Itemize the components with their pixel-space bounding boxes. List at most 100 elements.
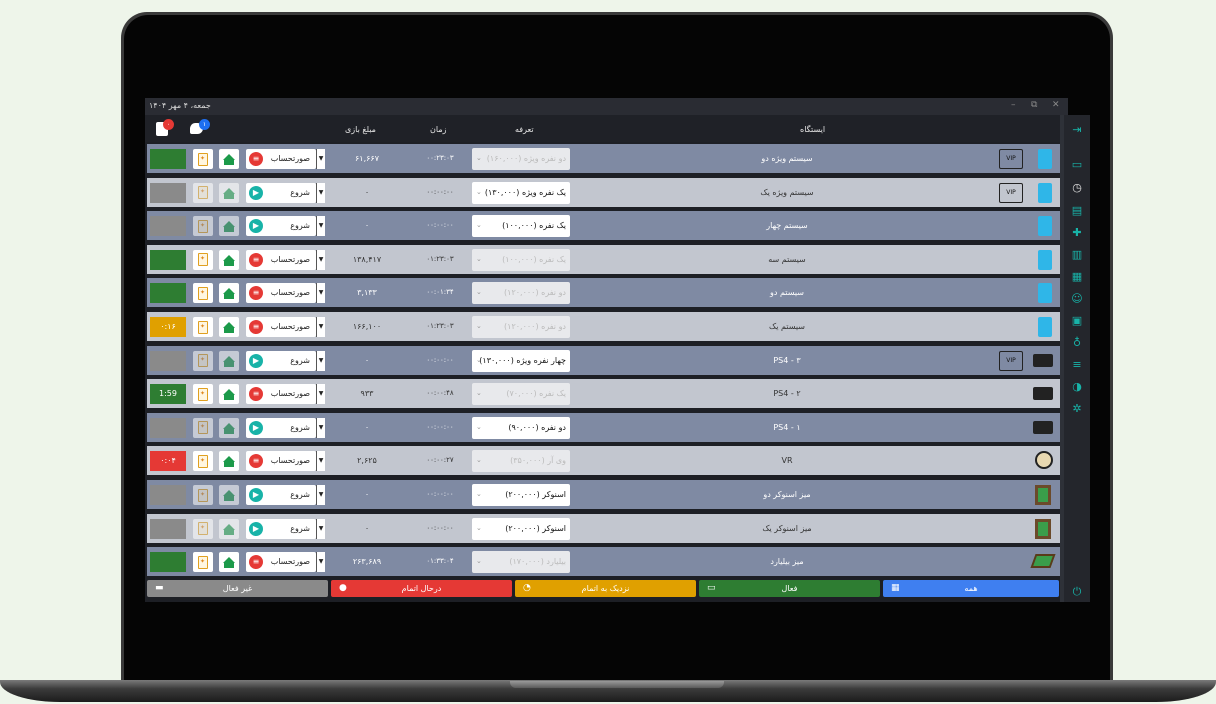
- action-dropdown[interactable]: ▼: [316, 417, 325, 438]
- status-indicator: [150, 485, 186, 505]
- tariff-select[interactable]: ⌄ چهار نفره ویژه (۱۳۰,۰۰۰): [472, 349, 570, 372]
- notes-button[interactable]: [193, 350, 213, 371]
- tariff-select[interactable]: ⌄ دو نفره ویژه (۱۶۰,۰۰۰): [472, 148, 570, 170]
- action-dropdown[interactable]: ▼: [316, 149, 325, 169]
- tariff-select[interactable]: ⌄ دو نفره (۱۲۰,۰۰۰): [472, 316, 570, 338]
- action-dropdown[interactable]: ▼: [316, 451, 325, 472]
- home-button[interactable]: [219, 552, 239, 573]
- station-row: ▶شروع▼ ۰ ۰۰:۰۰:۰۰ ⌄یک نفره ویژه (۱۳۰,۰۰۰) سی…: [147, 177, 1060, 207]
- tariff-select[interactable]: ⌄ یک نفره (۱۰۰,۰۰۰): [472, 248, 570, 271]
- wallet-icon[interactable]: ▣: [1070, 314, 1084, 328]
- notes-button[interactable]: [193, 182, 213, 203]
- time-value: ۰۱:۲۳:۰۳: [426, 254, 454, 263]
- invoice-button[interactable]: ≡ صورتحساب: [246, 249, 316, 270]
- tariff-select[interactable]: ⌄ بیلیارد (۱۷۰,۰۰۰): [472, 551, 570, 574]
- close-button[interactable]: ✕: [1052, 100, 1060, 110]
- filter-active[interactable]: ▭ فعال: [699, 580, 880, 597]
- home-button[interactable]: [219, 417, 239, 438]
- invoice-icon: ≡: [249, 252, 263, 267]
- home-button[interactable]: [219, 283, 239, 304]
- archive-icon[interactable]: ▥: [1070, 248, 1084, 262]
- document-icon[interactable]: ▤: [1070, 204, 1084, 218]
- filter-inactive[interactable]: ▬ غیر فعال: [147, 580, 328, 597]
- action-dropdown[interactable]: ▼: [316, 317, 325, 337]
- amount-value: ۹۳۳: [360, 389, 374, 399]
- monitor-icon[interactable]: ▭: [1070, 158, 1084, 172]
- chevron-down-icon: ▼: [318, 323, 324, 330]
- notes-button[interactable]: [193, 485, 213, 505]
- notes-button[interactable]: [193, 417, 213, 438]
- chart-icon[interactable]: ◑: [1070, 380, 1084, 394]
- station-name: سیستم ویژه دو: [761, 154, 813, 163]
- action-dropdown[interactable]: ▼: [316, 552, 325, 573]
- invoice-button[interactable]: ≡ صورتحساب: [246, 283, 316, 304]
- action-dropdown[interactable]: ▼: [316, 350, 325, 371]
- action-dropdown[interactable]: ▼: [316, 283, 325, 304]
- start-button[interactable]: ▶ شروع: [246, 518, 316, 539]
- money-bag-icon[interactable]: ♁: [1070, 336, 1084, 350]
- home-button[interactable]: [219, 149, 239, 169]
- filter-near-end[interactable]: ◔ نزدیک به اتمام: [515, 580, 696, 597]
- amount-value: ۶۱,۶۶۷: [354, 154, 380, 163]
- action-dropdown[interactable]: ▼: [316, 216, 325, 237]
- action-dropdown[interactable]: ▼: [316, 182, 325, 203]
- notes-button[interactable]: [193, 249, 213, 270]
- tariff-select[interactable]: ⌄ وی آر (۳۵۰,۰۰۰): [472, 450, 570, 473]
- action-dropdown[interactable]: ▼: [316, 384, 325, 405]
- home-button[interactable]: [219, 216, 239, 237]
- notes-button[interactable]: [193, 451, 213, 472]
- notes-button[interactable]: [193, 518, 213, 539]
- home-button[interactable]: [219, 350, 239, 371]
- station-name: VR: [781, 456, 793, 466]
- tariff-select[interactable]: ⌄ دو نفره (۹۰,۰۰۰): [472, 416, 570, 439]
- home-button[interactable]: [219, 451, 239, 472]
- gamepad-icon[interactable]: ✚: [1070, 226, 1084, 240]
- invoice-button[interactable]: ≡ صورتحساب: [246, 552, 316, 573]
- home-button[interactable]: [219, 249, 239, 270]
- action-dropdown[interactable]: ▼: [316, 249, 325, 270]
- invoice-button[interactable]: ≡ صورتحساب: [246, 317, 316, 337]
- tariff-select[interactable]: ⌄ یک نفره ویژه (۱۳۰,۰۰۰): [472, 181, 570, 204]
- chevron-down-icon: ⌄: [476, 221, 482, 230]
- start-button[interactable]: ▶ شروع: [246, 350, 316, 371]
- home-button[interactable]: [219, 485, 239, 505]
- tariff-select[interactable]: ⌄ دو نفره (۱۲۰,۰۰۰): [472, 282, 570, 305]
- amount-value: ۰: [364, 490, 370, 499]
- home-button[interactable]: [219, 182, 239, 203]
- start-button[interactable]: ▶ شروع: [246, 182, 316, 203]
- home-button[interactable]: [219, 317, 239, 337]
- tariff-select[interactable]: ⌄ اسنوکر (۲۰۰,۰۰۰): [472, 517, 570, 540]
- notes-button[interactable]: [193, 384, 213, 405]
- restore-button[interactable]: ⧉: [1031, 100, 1037, 110]
- home-button[interactable]: [219, 518, 239, 539]
- invoice-icon: ≡: [249, 454, 263, 469]
- exit-icon[interactable]: ⏻: [1070, 585, 1084, 599]
- dashboard-icon[interactable]: ▦: [1070, 270, 1084, 284]
- invoice-button[interactable]: ≡ صورتحساب: [246, 384, 316, 405]
- action-dropdown[interactable]: ▼: [316, 518, 325, 539]
- status-indicator: [150, 552, 186, 573]
- timer-icon[interactable]: ◷: [1070, 181, 1084, 195]
- start-button[interactable]: ▶ شروع: [246, 216, 316, 237]
- logout-icon[interactable]: ⇥: [1070, 123, 1084, 137]
- settings-icon[interactable]: ✲: [1070, 402, 1084, 416]
- action-dropdown[interactable]: ▼: [316, 485, 325, 505]
- tariff-select[interactable]: ⌄ اسنوکر (۲۰۰,۰۰۰): [472, 484, 570, 506]
- start-button[interactable]: ▶ شروع: [246, 417, 316, 438]
- tariff-select[interactable]: ⌄ یک نفره (۱۰۰,۰۰۰): [472, 215, 570, 238]
- filter-in-progress[interactable]: ● درحال اتمام: [331, 580, 512, 597]
- notes-button[interactable]: [193, 216, 213, 237]
- user-icon[interactable]: ☺: [1070, 292, 1084, 306]
- home-button[interactable]: [219, 384, 239, 405]
- notes-button[interactable]: [193, 552, 213, 573]
- start-button[interactable]: ▶ شروع: [246, 485, 316, 505]
- notes-button[interactable]: [193, 317, 213, 337]
- minimize-button[interactable]: –: [1011, 100, 1016, 110]
- notes-button[interactable]: [193, 149, 213, 169]
- invoice-button[interactable]: ≡ صورتحساب: [246, 149, 316, 169]
- tariff-select[interactable]: ⌄ یک نفره (۷۰,۰۰۰): [472, 383, 570, 406]
- list-icon[interactable]: ≡: [1070, 358, 1084, 372]
- filter-all[interactable]: ▦ همه: [883, 580, 1059, 597]
- notes-button[interactable]: [193, 283, 213, 304]
- invoice-button[interactable]: ≡ صورتحساب: [246, 451, 316, 472]
